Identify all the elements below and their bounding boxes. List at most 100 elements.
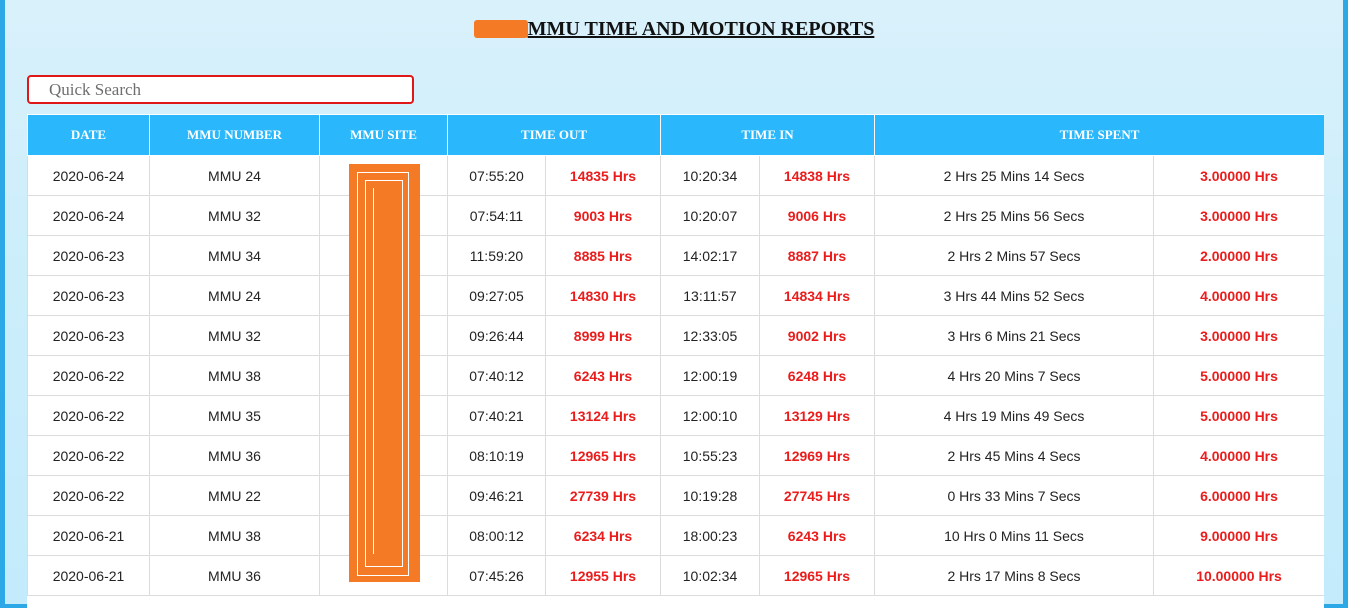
- cell-time-spent-hours: 10.00000 Hrs: [1152, 555, 1324, 596]
- cell-time-in: 12:00:10: [660, 395, 760, 436]
- report-table-container[interactable]: DATE MMU NUMBER MMU SITE TIME OUT TIME I…: [27, 114, 1324, 608]
- table-row[interactable]: 2020-06-22 MMU 38 07:40:12 6243 Hrs 12:00:19…: [27, 355, 1324, 396]
- page-title-text: MMU TIME AND MOTION REPORTS: [527, 18, 875, 40]
- cell-time-spent: 2 Hrs 17 Mins 8 Secs: [874, 555, 1154, 596]
- window-frame-left: [0, 0, 5, 608]
- cell-time-spent: 2 Hrs 45 Mins 4 Secs: [874, 435, 1154, 476]
- cell-mmu-number: MMU 36: [149, 435, 320, 476]
- header-mmu-number[interactable]: MMU NUMBER: [149, 114, 320, 156]
- cell-date: 2020-06-24: [27, 155, 150, 196]
- cell-date: 2020-06-24: [27, 195, 150, 236]
- cell-time-spent: 2 Hrs 25 Mins 14 Secs: [874, 155, 1154, 196]
- table-row[interactable]: 2020-06-24 MMU 24 07:55:20 14835 Hrs 10:20:3…: [27, 155, 1324, 196]
- cell-time-out: 07:40:12: [447, 355, 546, 396]
- redacted-title-prefix: [473, 20, 528, 38]
- cell-mmu-number: MMU 24: [149, 275, 320, 316]
- cell-time-out: 09:26:44: [447, 315, 546, 356]
- cell-mmu-number: MMU 32: [149, 315, 320, 356]
- cell-time-out: 07:55:20: [447, 155, 546, 196]
- cell-time-spent: 3 Hrs 6 Mins 21 Secs: [874, 315, 1154, 356]
- cell-time-spent-hours: 3.00000 Hrs: [1152, 315, 1324, 356]
- table-row[interactable]: 2020-06-21 MMU 38 08:00:12 6234 Hrs 18:00:23…: [27, 515, 1324, 556]
- table-row[interactable]: 2020-06-22 MMU 22 09:46:21 27739 Hrs 10:19:2…: [27, 475, 1324, 516]
- cell-time-in-hours: 12969 Hrs: [759, 435, 875, 476]
- cell-date: 2020-06-22: [27, 475, 150, 516]
- table-header-row: DATE MMU NUMBER MMU SITE TIME OUT TIME I…: [27, 114, 1324, 156]
- cell-mmu-number: MMU 35: [149, 395, 320, 436]
- header-time-out[interactable]: TIME OUT: [447, 114, 661, 156]
- cell-time-spent-hours: 3.00000 Hrs: [1152, 155, 1324, 196]
- cell-mmu-number: MMU 36: [149, 555, 320, 596]
- cell-time-spent: 10 Hrs 0 Mins 11 Secs: [874, 515, 1154, 556]
- cell-date: 2020-06-23: [27, 315, 150, 356]
- page-header: MMU TIME AND MOTION REPORTS: [0, 18, 1348, 41]
- header-date[interactable]: DATE: [27, 114, 150, 156]
- cell-time-in-hours: 8887 Hrs: [759, 235, 875, 276]
- cell-time-in-hours: 14838 Hrs: [759, 155, 875, 196]
- cell-time-in-hours: 9006 Hrs: [759, 195, 875, 236]
- cell-date: 2020-06-23: [27, 275, 150, 316]
- cell-time-out: 07:45:26: [447, 555, 546, 596]
- cell-time-in-hours: 27745 Hrs: [759, 475, 875, 516]
- cell-time-spent: 2 Hrs 2 Mins 57 Secs: [874, 235, 1154, 276]
- cell-time-in: 12:00:19: [660, 355, 760, 396]
- cell-time-out-hours: 14830 Hrs: [545, 275, 661, 316]
- cell-time-in: 12:33:05: [660, 315, 760, 356]
- table-row[interactable]: 2020-06-24 MMU 32 07:54:11 9003 Hrs 10:20:07…: [27, 195, 1324, 236]
- quick-search-input[interactable]: [27, 75, 414, 104]
- cell-time-in: 10:02:34: [660, 555, 760, 596]
- cell-date: 2020-06-22: [27, 395, 150, 436]
- cell-time-out: 07:40:21: [447, 395, 546, 436]
- redacted-site-column: [349, 164, 420, 582]
- table-row[interactable]: 2020-06-21 MMU 36 07:45:26 12955 Hrs 10:02:3…: [27, 555, 1324, 596]
- cell-time-spent: 0 Hrs 33 Mins 7 Secs: [874, 475, 1154, 516]
- table-row[interactable]: 2020-06-23 MMU 34 11:59:20 8885 Hrs 14:02:17…: [27, 235, 1324, 276]
- cell-mmu-number: MMU 34: [149, 235, 320, 276]
- cell-time-in: 13:11:57: [660, 275, 760, 316]
- cell-time-in: 10:55:23: [660, 435, 760, 476]
- cell-time-spent-hours: 3.00000 Hrs: [1152, 195, 1324, 236]
- cell-time-in: 10:20:34: [660, 155, 760, 196]
- window-frame-right: [1343, 0, 1348, 608]
- cell-time-out-hours: 6234 Hrs: [545, 515, 661, 556]
- cell-date: 2020-06-22: [27, 355, 150, 396]
- table-row[interactable]: 2020-06-23 MMU 24 09:27:05 14830 Hrs 13:11:5…: [27, 275, 1324, 316]
- cell-mmu-number: MMU 22: [149, 475, 320, 516]
- cell-time-spent-hours: 6.00000 Hrs: [1152, 475, 1324, 516]
- cell-time-in-hours: 9002 Hrs: [759, 315, 875, 356]
- cell-time-in: 14:02:17: [660, 235, 760, 276]
- cell-time-in-hours: 13129 Hrs: [759, 395, 875, 436]
- cell-time-out-hours: 12955 Hrs: [545, 555, 661, 596]
- cell-date: 2020-06-22: [27, 435, 150, 476]
- cell-time-out-hours: 13124 Hrs: [545, 395, 661, 436]
- cell-time-in-hours: 6243 Hrs: [759, 515, 875, 556]
- cell-time-out-hours: 14835 Hrs: [545, 155, 661, 196]
- header-time-in[interactable]: TIME IN: [660, 114, 875, 156]
- cell-date: 2020-06-21: [27, 515, 150, 556]
- cell-time-spent-hours: 2.00000 Hrs: [1152, 235, 1324, 276]
- table-row[interactable]: 2020-06-23 MMU 32 09:26:44 8999 Hrs 12:33:05…: [27, 315, 1324, 356]
- cell-time-out: 09:27:05: [447, 275, 546, 316]
- cell-time-spent: 4 Hrs 20 Mins 7 Secs: [874, 355, 1154, 396]
- cell-time-out: 07:54:11: [447, 195, 546, 236]
- cell-time-in: 18:00:23: [660, 515, 760, 556]
- cell-time-out-hours: 9003 Hrs: [545, 195, 661, 236]
- cell-mmu-number: MMU 38: [149, 515, 320, 556]
- cell-time-out-hours: 27739 Hrs: [545, 475, 661, 516]
- cell-time-spent-hours: 4.00000 Hrs: [1152, 275, 1324, 316]
- page-title: MMU TIME AND MOTION REPORTS: [473, 18, 875, 41]
- table-row[interactable]: 2020-06-22 MMU 35 07:40:21 13124 Hrs 12:00:1…: [27, 395, 1324, 436]
- cell-mmu-number: MMU 38: [149, 355, 320, 396]
- cell-mmu-number: MMU 24: [149, 155, 320, 196]
- cell-time-spent: 3 Hrs 44 Mins 52 Secs: [874, 275, 1154, 316]
- cell-time-out: 11:59:20: [447, 235, 546, 276]
- cell-date: 2020-06-23: [27, 235, 150, 276]
- cell-time-in-hours: 12965 Hrs: [759, 555, 875, 596]
- cell-time-in-hours: 6248 Hrs: [759, 355, 875, 396]
- cell-time-spent-hours: 9.00000 Hrs: [1152, 515, 1324, 556]
- header-time-spent[interactable]: TIME SPENT: [873, 114, 1324, 156]
- cell-time-out-hours: 8999 Hrs: [545, 315, 661, 356]
- cell-time-spent-hours: 5.00000 Hrs: [1152, 395, 1324, 436]
- table-row[interactable]: 2020-06-22 MMU 36 08:10:19 12965 Hrs 10:55:2…: [27, 435, 1324, 476]
- header-mmu-site[interactable]: MMU SITE: [319, 114, 448, 156]
